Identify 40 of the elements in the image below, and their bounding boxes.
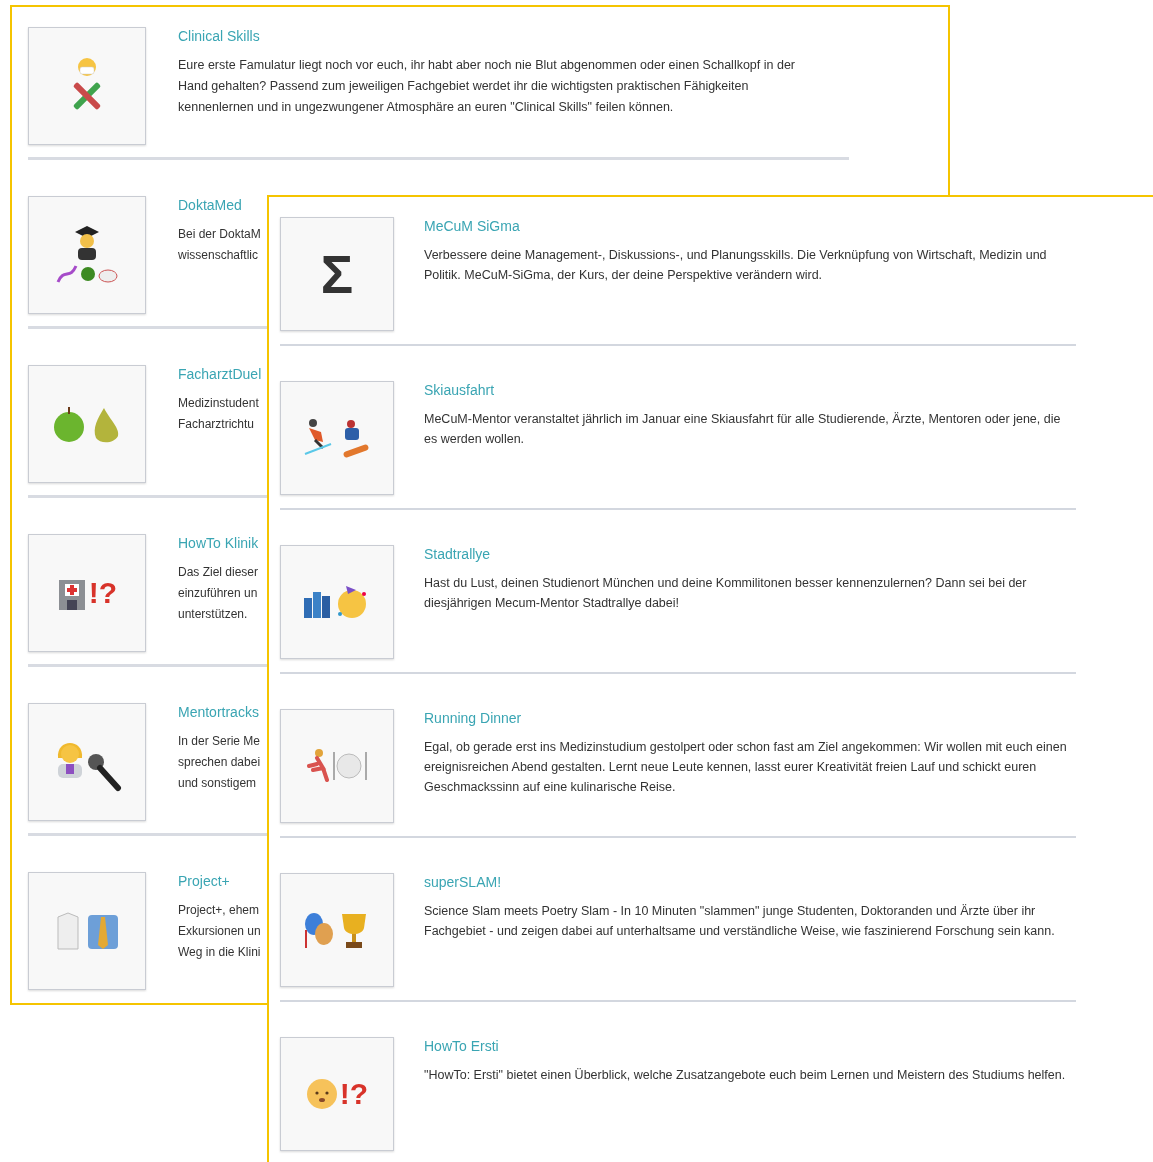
item-description: Eure erste Famulatur liegt noch vor euch, ihr habt aber noch nie Blut abgenommen oder einen Schallkopf in der Hand gehalten? Passend zum jeweiligen Fachgebiet werdet ihr die wichtigsten praktischen Fähigkeiten kennenlernen und in ungezwungener Atmosphäre an euren "Clinical Skills" feilen können. [178,57,797,116]
item-description: Hast du Lust, deinen Studienort München und deine Kommilitonen besser kennenzulernen? Dann sei bei der diesjährigen Mecum-Mentor Stadtrallye dabei! [424,575,1028,612]
item-title-link[interactable]: superSLAM! [424,873,502,891]
description-line: Exkursionen un [178,923,261,940]
description-line: unterstützen. [178,606,248,623]
item-title-link[interactable]: Clinical Skills [178,27,260,45]
graduate-lab-drawing [54,224,120,286]
description-line: Medizinstudent [178,395,259,412]
item-title-link[interactable]: HowTo Klinik [178,534,259,552]
item-description: "HowTo: Ersti" bietet einen Überblick, welche Zusatzangebote euch beim Lernen und Meistern des Studiums helfen. [424,1067,1066,1084]
description-line: Das Ziel dieser [178,564,259,581]
item-description: MeCuM-Mentor veranstaltet jährlich im Januar eine Skiausfahrt für alle Studierende, Ärzte, Mentoren oder jene, die es werden wollen. [424,411,1062,448]
description-line: In der Serie Me [178,733,261,750]
item-description: Science Slam meets Poetry Slam - In 10 Minuten "slammen" junge Studenten, Doktoranden und Ärzte über ihr Fachgebiet - und zeigen dabei auf unterhaltsame und verständliche Weise, wie faszinierend Forschung sein kann. [424,903,1056,940]
description-line: Bei der DoktaM [178,226,261,243]
description-line: Facharztrichtu [178,416,255,433]
item-title-link[interactable]: Project+ [178,872,230,890]
item-title-link[interactable]: MeCuM SiGma [424,217,520,235]
item-title-link[interactable]: DoktaMed [178,196,242,214]
item-title-link[interactable]: HowTo Ersti [424,1037,499,1055]
description-line: Weg in die Klini [178,944,261,961]
item-title-link[interactable]: Skiausfahrt [424,381,495,399]
baby-face-icon [305,1078,338,1110]
item-title-link[interactable]: Stadtrallye [424,545,491,563]
exclamation-question-symbol: !? [339,1079,369,1109]
item-description: Egal, ob gerade erst ins Medizinstudium gestolpert oder schon fast am Ziel angekommen: Wir wollen mit euch einen ereignisreichen Abend gestalten. Lernt neue Leute kennen, lasst eurer Kreativität freien Lauf und schickt euren Geschmackssinn auf eine kulinarische Reise. [424,739,1068,796]
sigma-symbol: Σ [320,247,354,301]
item-description: Verbessere deine Management-, Diskussions-, und Planungsskills. Die Verknüpfung von Wirtschaft, Medizin und Politik. MeCuM-SiGma, der Kurs, der deine Perspektive verändern wird. [424,247,1048,284]
description-line: Project+, ehem [178,902,260,919]
item-title-link[interactable]: FacharztDuel [178,365,262,383]
item-title-link[interactable]: Running Dinner [424,709,522,727]
description-line: einzuführen un [178,585,258,602]
exclamation-question-symbol: !? [88,578,118,608]
description-line: sprechen dabei [178,754,261,771]
skier-snowboarder-drawing [303,418,371,458]
description-line: wissenschaftlic [178,247,259,264]
coat-shirt-drawing [54,911,120,951]
item-title-link[interactable]: Mentortracks [178,703,259,721]
description-line: und sonstigem [178,775,257,792]
runner-plate-drawing [305,748,369,784]
